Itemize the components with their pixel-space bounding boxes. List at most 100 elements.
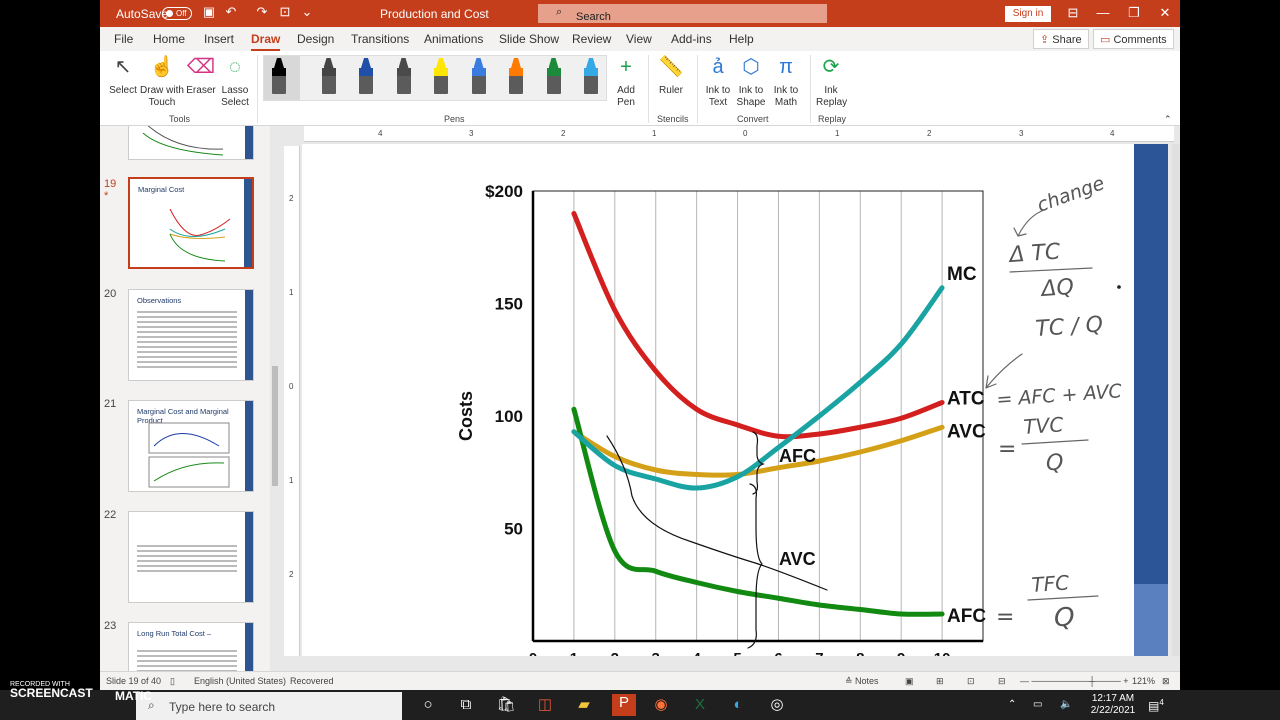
notifications-icon[interactable]: ▤4 — [1148, 697, 1164, 712]
pen-6[interactable] — [509, 58, 523, 96]
search-box[interactable]: ⌕ Search — [538, 4, 827, 23]
maximize-button[interactable]: ❐ — [1126, 5, 1142, 21]
pen-5[interactable] — [471, 58, 486, 96]
tab-draw[interactable]: Draw — [251, 32, 281, 51]
ruler-tick: 0 — [743, 129, 748, 138]
ruler-tick: 4 — [1110, 129, 1115, 138]
handwriting-eq: = — [998, 437, 1016, 462]
y-axis-title: Costs — [456, 391, 476, 441]
store-icon[interactable]: 🛍 — [496, 696, 516, 714]
autosave-toggle[interactable]: Off — [162, 7, 192, 20]
save-icon[interactable]: ▣ — [202, 5, 216, 19]
edge-icon[interactable]: ◐ — [728, 696, 748, 714]
volume-icon[interactable]: 🔈 — [1060, 699, 1072, 711]
editor-vscroll[interactable] — [1172, 144, 1180, 656]
slideshow-icon[interactable]: ⊟ — [998, 676, 1006, 687]
x-tick-label: 3 — [652, 650, 660, 656]
tab-add-ins[interactable]: Add-ins — [671, 32, 712, 46]
document-title: Production and Cost — [380, 7, 489, 21]
office-icon[interactable]: ◫ — [535, 696, 555, 714]
powerpoint-taskbar-icon[interactable]: P — [612, 694, 636, 716]
close-button[interactable]: ✕ — [1157, 5, 1173, 21]
excel-icon[interactable]: X — [690, 696, 710, 714]
draw-with-touch-button[interactable]: ☝ Draw with Touch — [140, 55, 184, 109]
present-icon[interactable]: ⊡ — [278, 5, 292, 19]
thumbnail-19[interactable]: Marginal Cost — [128, 177, 254, 269]
file-explorer-icon[interactable]: ▰ — [574, 696, 594, 714]
zoom-slider[interactable]: — ─────────┼──── + — [1020, 676, 1129, 686]
slide-thumbnails: 19 * Marginal Cost 20 Observations 21 Ma… — [100, 126, 270, 671]
firefox-icon[interactable]: ◉ — [651, 696, 671, 714]
task-view-icon[interactable]: ⧉ — [456, 696, 476, 714]
tab-transitions[interactable]: Transitions — [351, 32, 409, 46]
tab-slide-show[interactable]: Slide Show — [499, 32, 559, 46]
taskbar-search[interactable]: ⌕ Type here to search — [136, 692, 402, 720]
tab-animations[interactable]: Animations — [424, 32, 483, 46]
ruler-button[interactable]: 📏 Ruler — [656, 55, 686, 97]
customize-qat-icon[interactable]: ⌄ — [300, 5, 314, 19]
ink-to-text-button[interactable]: ả Ink to Text — [703, 55, 733, 109]
ruler-tick: 1 — [835, 129, 840, 138]
eraser-button[interactable]: ⌫ Eraser — [186, 55, 216, 97]
ruler-tick: 3 — [469, 129, 474, 138]
ink-dot — [1117, 285, 1121, 289]
accessibility-icon[interactable]: ▯ — [170, 676, 175, 687]
language[interactable]: English (United States) — [194, 676, 286, 686]
comments-button[interactable]: ▭ Comments — [1093, 29, 1174, 49]
ribbon-display-icon[interactable]: ⊟ — [1065, 5, 1081, 21]
tab-view[interactable]: View — [626, 32, 652, 46]
app-icon[interactable]: ◎ — [767, 696, 787, 714]
undo-icon[interactable]: ↶ — [224, 5, 238, 19]
select-button[interactable]: ↖ Select — [108, 55, 138, 97]
pen-2[interactable] — [359, 58, 373, 96]
fit-slide-icon[interactable]: ⊠ — [1162, 676, 1170, 687]
thumbnail-23[interactable]: Long Run Total Cost – — [128, 622, 254, 671]
tab-home[interactable]: Home — [153, 32, 185, 46]
thumbnail-20[interactable]: Observations — [128, 289, 254, 381]
thumbnail-22[interactable] — [128, 511, 254, 603]
pen-0[interactable] — [272, 58, 286, 96]
tab-file[interactable]: File — [114, 32, 133, 46]
x-tick-label: 2 — [611, 650, 619, 656]
cortana-icon[interactable]: ○ — [418, 696, 438, 714]
ink-replay-button[interactable]: ⟳ Ink Replay — [816, 55, 847, 109]
pen-7[interactable] — [546, 58, 561, 96]
ink-to-math-button[interactable]: π Ink to Math — [768, 55, 804, 109]
network-icon[interactable]: ▭ — [1033, 699, 1042, 711]
reading-view-icon[interactable]: ⊡ — [967, 676, 975, 687]
tab-help[interactable]: Help — [729, 32, 754, 46]
share-button[interactable]: ⇪ Share — [1033, 29, 1089, 49]
ink-to-shape-button[interactable]: ⬡ Ink to Shape — [736, 55, 766, 109]
y-tick-label: 50 — [504, 520, 523, 539]
ruler-icon: 📏 — [658, 56, 684, 78]
lasso-select-button[interactable]: ◌ Lasso Select — [220, 55, 250, 109]
redo-icon[interactable]: ↷ — [255, 5, 269, 19]
thumbnails-scrollbar[interactable] — [270, 126, 280, 671]
collapse-ribbon-icon[interactable]: ⌃ — [1164, 113, 1172, 125]
eraser-icon: ⌫ — [186, 56, 216, 78]
thumbnail-21[interactable]: Marginal Cost and Marginal Product — [128, 400, 254, 492]
slide-sorter-icon[interactable]: ⊞ — [936, 676, 944, 687]
zoom-level[interactable]: 121% — [1132, 676, 1155, 686]
pen-3[interactable] — [396, 58, 411, 96]
pen-4[interactable] — [434, 58, 448, 96]
minimize-button[interactable]: — — [1095, 5, 1111, 20]
handwriting-change: change — [1034, 172, 1107, 217]
tab-design[interactable]: Design — [297, 32, 334, 46]
x-tick-label: 0 — [529, 650, 537, 656]
tray-chevron-icon[interactable]: ⌃ — [1008, 699, 1016, 711]
pen-1[interactable] — [321, 58, 336, 96]
y-tick-label: $200 — [485, 182, 523, 201]
notes-button[interactable]: ≙ Notes — [845, 676, 879, 687]
add-pen-button[interactable]: + Add Pen — [612, 55, 640, 109]
normal-view-icon[interactable]: ▣ — [905, 676, 914, 687]
title-bar: AutoSave Off ▣ ↶ ↷ ⊡ ⌄ Production and Co… — [100, 0, 1180, 27]
sign-in-button[interactable]: Sign in — [1005, 6, 1051, 22]
tab-insert[interactable]: Insert — [204, 32, 234, 46]
status-bar: Slide 19 of 40 ▯ English (United States)… — [100, 671, 1180, 690]
clock[interactable]: 12:17 AM 2/22/2021 — [1088, 693, 1138, 717]
tab-review[interactable]: Review — [572, 32, 611, 46]
pen-8[interactable] — [584, 58, 598, 96]
ruler-tick: 3 — [1019, 129, 1024, 138]
thumbnail-18[interactable] — [128, 126, 254, 160]
